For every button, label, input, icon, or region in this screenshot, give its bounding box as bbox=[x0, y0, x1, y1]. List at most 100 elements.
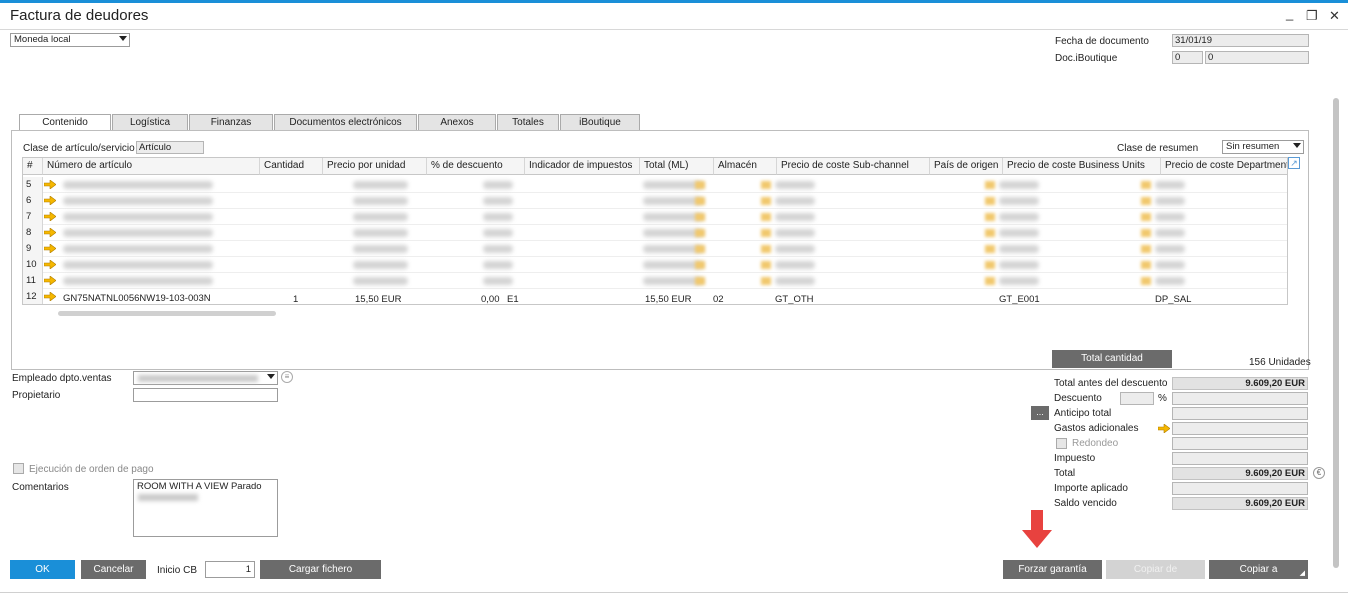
cancel-button[interactable]: Cancelar bbox=[81, 560, 146, 579]
link-arrow-icon[interactable] bbox=[44, 180, 56, 189]
copiar-de-button[interactable]: Copiar de bbox=[1106, 560, 1205, 579]
tab-iboutique[interactable]: iBoutique bbox=[560, 114, 640, 130]
clase-resumen-dropdown[interactable]: Sin resumen bbox=[1222, 140, 1304, 154]
ejecucion-orden-pago-checkbox[interactable] bbox=[13, 463, 24, 474]
blurred-cell bbox=[999, 197, 1039, 205]
anticipo-more-button[interactable]: ... bbox=[1031, 406, 1049, 420]
descuento-amount-field[interactable] bbox=[1172, 392, 1308, 405]
currency-value: Moneda local bbox=[14, 34, 71, 45]
bu-cell[interactable]: GT_E001 bbox=[999, 294, 1040, 304]
table-row[interactable]: 11 bbox=[23, 273, 1287, 289]
descuento-percent-label: % bbox=[1158, 393, 1167, 404]
currency-dropdown[interactable]: Moneda local bbox=[10, 33, 130, 47]
close-icon[interactable]: ✕ bbox=[1329, 8, 1340, 24]
restore-icon[interactable]: ❐ bbox=[1306, 8, 1318, 24]
item-number-cell[interactable]: GN75NATNL0056NW19-103-003N bbox=[63, 294, 211, 304]
col-header-cantidad[interactable]: Cantidad bbox=[260, 158, 323, 175]
col-header-almacen[interactable]: Almacén bbox=[714, 158, 777, 175]
clase-articulo-field[interactable]: Artículo bbox=[136, 141, 204, 154]
table-row[interactable]: 10 bbox=[23, 257, 1287, 273]
col-header-coste-departments[interactable]: Precio de coste Departments bbox=[1161, 158, 1287, 175]
price-cell[interactable]: 15,50 EUR bbox=[355, 294, 401, 304]
expand-grid-icon[interactable]: ↗ bbox=[1288, 157, 1300, 169]
table-row[interactable]: 7 bbox=[23, 209, 1287, 225]
copiar-a-button[interactable]: Copiar a ◢ bbox=[1209, 560, 1308, 579]
comentarios-textarea[interactable]: ROOM WITH A VIEW Parado bbox=[133, 479, 278, 537]
minimize-icon[interactable]: _ bbox=[1286, 6, 1293, 21]
ok-button[interactable]: OK bbox=[10, 560, 75, 579]
dept-cell[interactable]: DP_SAL bbox=[1155, 294, 1191, 304]
gastos-adicionales-field[interactable] bbox=[1172, 422, 1308, 435]
table-row[interactable]: 5 bbox=[23, 177, 1287, 193]
redondeo-field[interactable] bbox=[1172, 437, 1308, 450]
table-row[interactable]: 9 bbox=[23, 241, 1287, 257]
blurred-cell bbox=[483, 181, 513, 189]
propietario-field[interactable] bbox=[133, 388, 278, 402]
blurred-cell bbox=[999, 245, 1039, 253]
blurred-cell bbox=[353, 213, 408, 221]
row-number: 5 bbox=[23, 177, 43, 193]
blurred-cell bbox=[643, 181, 703, 189]
subchannel-cell[interactable]: GT_OTH bbox=[775, 294, 814, 304]
currency-link-icon[interactable]: € bbox=[1313, 467, 1325, 479]
col-header-coste-business-units[interactable]: Precio de coste Business Units bbox=[1003, 158, 1161, 175]
tab-logistica[interactable]: Logística bbox=[112, 114, 188, 130]
blurred-cell bbox=[1155, 245, 1185, 253]
blurred-cell bbox=[353, 277, 408, 285]
table-row[interactable]: 8 bbox=[23, 225, 1287, 241]
descuento-field[interactable] bbox=[1120, 392, 1154, 405]
ejecucion-orden-pago-label: Ejecución de orden de pago bbox=[29, 464, 154, 475]
total-cell[interactable]: 15,50 EUR bbox=[645, 294, 691, 304]
link-arrow-icon[interactable] bbox=[44, 196, 56, 205]
impuesto-field[interactable] bbox=[1172, 452, 1308, 465]
blurred-cell bbox=[1155, 277, 1185, 285]
tab-finanzas[interactable]: Finanzas bbox=[189, 114, 273, 130]
row-number: 10 bbox=[23, 257, 43, 273]
col-header-numero-articulo[interactable]: Número de artículo bbox=[43, 158, 260, 175]
form-vertical-scrollbar[interactable] bbox=[1333, 98, 1339, 568]
doc-iboutique-field-1[interactable]: 0 bbox=[1172, 51, 1203, 64]
col-header-indicador-impuestos[interactable]: Indicador de impuestos bbox=[525, 158, 640, 175]
row-number: 8 bbox=[23, 225, 43, 241]
table-row[interactable]: 6 bbox=[23, 193, 1287, 209]
redondeo-checkbox[interactable] bbox=[1056, 438, 1067, 449]
blurred-cell bbox=[353, 261, 408, 269]
link-arrow-icon[interactable] bbox=[1158, 424, 1170, 433]
table-row[interactable]: 12 GN75NATNL0056NW19-103-003N 1 15,50 EU… bbox=[23, 289, 1287, 304]
title-divider bbox=[0, 29, 1348, 30]
forzar-garantia-button[interactable]: Forzar garantía bbox=[1003, 560, 1102, 579]
tab-contenido[interactable]: Contenido bbox=[19, 114, 111, 131]
grid-horizontal-scrollbar[interactable] bbox=[58, 311, 276, 316]
col-header-coste-subchannel[interactable]: Precio de coste Sub-channel bbox=[777, 158, 930, 175]
row-number: 11 bbox=[23, 273, 43, 289]
warehouse-cell[interactable]: 02 bbox=[713, 294, 724, 304]
empleado-ventas-dropdown[interactable] bbox=[133, 371, 278, 385]
qty-cell[interactable]: 1 bbox=[293, 294, 298, 304]
col-header-pais-origen[interactable]: País de origen bbox=[930, 158, 1003, 175]
redondeo-label: Redondeo bbox=[1072, 438, 1119, 449]
link-arrow-icon[interactable] bbox=[44, 276, 56, 285]
anticipo-total-field[interactable] bbox=[1172, 407, 1308, 420]
list-icon[interactable]: ≡ bbox=[281, 371, 293, 383]
link-arrow-icon[interactable] bbox=[44, 292, 56, 301]
tab-totales[interactable]: Totales bbox=[497, 114, 559, 130]
link-arrow-icon[interactable] bbox=[44, 244, 56, 253]
tab-documentos-electronicos[interactable]: Documentos electrónicos bbox=[274, 114, 417, 130]
importe-aplicado-field[interactable] bbox=[1172, 482, 1308, 495]
doc-iboutique-field-2[interactable]: 0 bbox=[1205, 51, 1309, 64]
blurred-cell bbox=[775, 181, 815, 189]
col-header-total-ml[interactable]: Total (ML) bbox=[640, 158, 714, 175]
link-arrow-icon[interactable] bbox=[44, 260, 56, 269]
col-header-num[interactable]: # bbox=[23, 158, 43, 175]
fecha-documento-field[interactable]: 31/01/19 bbox=[1172, 34, 1309, 47]
tab-anexos[interactable]: Anexos bbox=[418, 114, 496, 130]
blurred-cell bbox=[483, 277, 513, 285]
col-header-precio-unidad[interactable]: Precio por unidad bbox=[323, 158, 427, 175]
inicio-cb-field[interactable]: 1 bbox=[205, 561, 255, 578]
link-arrow-icon[interactable] bbox=[44, 212, 56, 221]
cargar-fichero-button[interactable]: Cargar fichero bbox=[260, 560, 381, 579]
col-header-descuento[interactable]: % de descuento bbox=[427, 158, 525, 175]
discount-cell[interactable]: 0,00 bbox=[481, 294, 500, 304]
tax-cell[interactable]: E1 bbox=[507, 294, 519, 304]
link-arrow-icon[interactable] bbox=[44, 228, 56, 237]
